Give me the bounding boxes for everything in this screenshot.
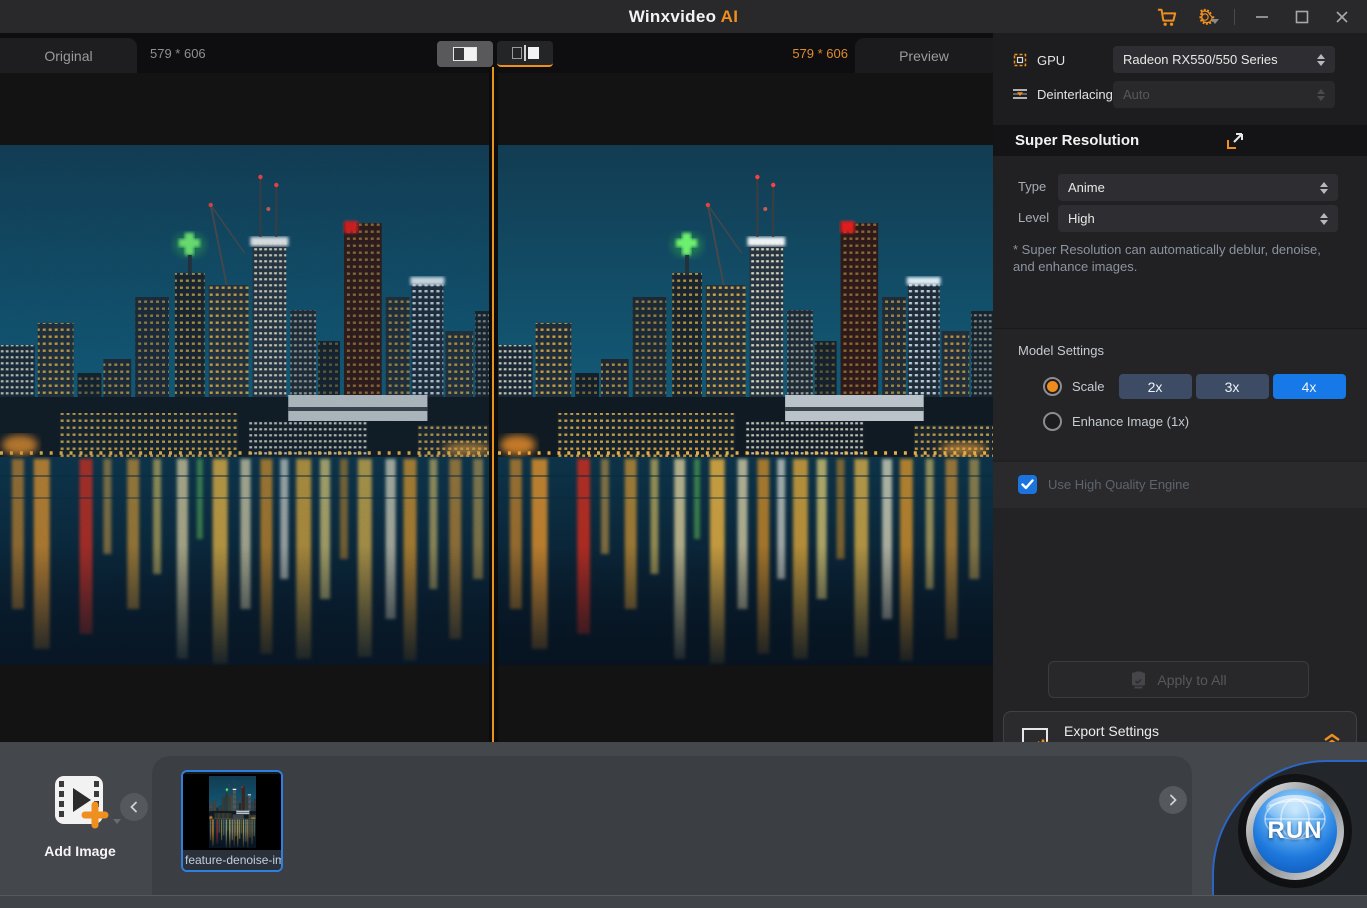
app-title-text: Winxvideo bbox=[629, 7, 717, 26]
deinterlacing-label: Deinterlacing bbox=[1037, 87, 1113, 102]
run-button-area: RUN bbox=[1212, 760, 1367, 908]
media-bar: Add Image feature-denoise-im bbox=[0, 742, 1367, 908]
add-image-caret-icon bbox=[113, 819, 121, 824]
deinterlacing-select[interactable]: Auto bbox=[1113, 81, 1335, 108]
deinterlacing-select-chevrons-icon bbox=[1317, 89, 1325, 101]
enhance-image-radio[interactable] bbox=[1043, 412, 1062, 431]
super-resolution-header: Super Resolution bbox=[993, 125, 1367, 156]
scale-3x-button[interactable]: 3x bbox=[1196, 374, 1269, 399]
scale-label: Scale bbox=[1072, 379, 1105, 394]
run-button-label: RUN bbox=[1268, 817, 1323, 845]
apply-to-all-button[interactable]: Apply to All bbox=[1048, 661, 1309, 698]
super-resolution-controls: Type Anime Level High * Super Resolution… bbox=[993, 156, 1367, 328]
scroll-right-button[interactable] bbox=[1159, 786, 1187, 814]
app-title-accent: AI bbox=[721, 7, 739, 26]
preview-image-pane bbox=[498, 145, 993, 665]
gpu-label: GPU bbox=[1037, 53, 1065, 68]
run-button[interactable]: RUN bbox=[1238, 774, 1352, 888]
gpu-select-chevrons-icon bbox=[1317, 54, 1325, 66]
type-select[interactable]: Anime bbox=[1058, 174, 1338, 201]
split-view-icon bbox=[512, 45, 539, 61]
tab-preview[interactable]: Preview bbox=[855, 38, 993, 73]
window-bottom-edge bbox=[0, 895, 1367, 908]
hardware-section: GPU Radeon RX550/550 Series Deinterlacin… bbox=[993, 33, 1367, 125]
settings-panel: GPU Radeon RX550/550 Series Deinterlacin… bbox=[993, 33, 1367, 742]
gear-caret-icon bbox=[1211, 19, 1219, 24]
settings-gear-icon[interactable] bbox=[1190, 3, 1224, 31]
enhance-image-label: Enhance Image (1x) bbox=[1072, 414, 1189, 429]
tab-original-label: Original bbox=[44, 48, 92, 64]
type-select-chevrons-icon bbox=[1320, 182, 1328, 194]
preview-size-label: 579 * 606 bbox=[752, 46, 848, 61]
close-button[interactable] bbox=[1325, 3, 1359, 31]
minimize-button[interactable] bbox=[1245, 3, 1279, 31]
scale-radio[interactable] bbox=[1043, 377, 1062, 396]
panel-lower-area: Apply to All Export Settings 579*606 PNG bbox=[993, 508, 1367, 742]
deinterlacing-select-value: Auto bbox=[1123, 87, 1317, 102]
thumbnail-filename: feature-denoise-im bbox=[183, 850, 281, 870]
single-view-toggle[interactable] bbox=[437, 41, 493, 67]
titlebar-separator bbox=[1234, 9, 1235, 25]
apply-clipboard-icon bbox=[1130, 671, 1147, 689]
original-size-label: 579 * 606 bbox=[150, 46, 206, 61]
thumbnail-image bbox=[183, 774, 281, 850]
split-view-toggle[interactable] bbox=[497, 41, 553, 67]
scroll-left-button[interactable] bbox=[120, 793, 148, 821]
model-settings-label: Model Settings bbox=[1018, 343, 1104, 358]
super-resolution-expand-icon[interactable] bbox=[1225, 131, 1245, 151]
thumbnail-strip bbox=[152, 756, 1192, 908]
type-label: Type bbox=[1018, 179, 1046, 194]
tab-original[interactable]: Original bbox=[0, 38, 137, 73]
hq-engine-section: Use High Quality Engine bbox=[993, 461, 1367, 508]
run-button-globe: RUN bbox=[1253, 789, 1337, 873]
add-image-icon bbox=[51, 774, 109, 830]
level-select-value: High bbox=[1068, 211, 1320, 226]
gpu-select-value: Radeon RX550/550 Series bbox=[1123, 52, 1317, 67]
level-select[interactable]: High bbox=[1058, 205, 1338, 232]
image-viewer bbox=[0, 73, 993, 742]
app-window: Winxvideo AI Original 579 * 60 bbox=[0, 0, 1367, 908]
add-image-label: Add Image bbox=[14, 843, 146, 859]
tab-preview-label: Preview bbox=[899, 48, 949, 64]
scale-4x-button[interactable]: 4x bbox=[1273, 374, 1346, 399]
export-settings-title: Export Settings bbox=[1064, 723, 1159, 739]
single-view-icon bbox=[453, 47, 477, 61]
run-button-ring: RUN bbox=[1246, 782, 1344, 880]
thumbnail-feature-denoise[interactable]: feature-denoise-im bbox=[181, 770, 283, 872]
maximize-button[interactable] bbox=[1285, 3, 1319, 31]
titlebar: Winxvideo AI bbox=[0, 0, 1367, 33]
gpu-select[interactable]: Radeon RX550/550 Series bbox=[1113, 46, 1335, 73]
super-resolution-note: * Super Resolution can automatically deb… bbox=[1013, 241, 1343, 275]
hq-engine-checkbox[interactable] bbox=[1018, 475, 1037, 494]
cart-icon[interactable] bbox=[1150, 3, 1184, 31]
deinterlacing-icon bbox=[1011, 85, 1029, 103]
original-image-pane bbox=[0, 145, 489, 665]
scale-2x-button[interactable]: 2x bbox=[1119, 374, 1192, 399]
super-resolution-title: Super Resolution bbox=[1015, 132, 1139, 149]
apply-to-all-label: Apply to All bbox=[1157, 672, 1226, 688]
compare-divider-handle[interactable] bbox=[489, 67, 498, 749]
level-select-chevrons-icon bbox=[1320, 213, 1328, 225]
model-settings-section: Model Settings Scale 2x 3x 4x Enhance Im… bbox=[993, 328, 1367, 459]
gpu-chip-icon bbox=[1011, 51, 1029, 69]
level-label: Level bbox=[1018, 210, 1049, 225]
hq-engine-label: Use High Quality Engine bbox=[1048, 477, 1190, 492]
type-select-value: Anime bbox=[1068, 180, 1320, 195]
